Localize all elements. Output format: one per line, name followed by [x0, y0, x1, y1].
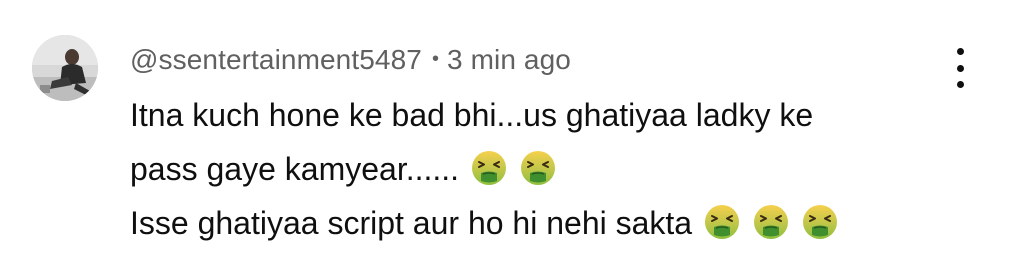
comment-item: @ssentertainment5487 • 3 min ago Itna ku… — [0, 0, 1024, 279]
more-actions-button[interactable] — [946, 48, 974, 88]
comment-line-2: pass gaye kamyear...... — [130, 142, 950, 196]
nauseated-face-emoji-icon — [519, 149, 557, 187]
comment-text: Itna kuch hone ke bad bhi...us ghatiyaa … — [130, 97, 814, 133]
avatar-image — [32, 35, 98, 101]
nauseated-face-emoji-icon — [801, 203, 839, 241]
comment-line-1: Itna kuch hone ke bad bhi...us ghatiyaa … — [130, 88, 950, 142]
nauseated-face-emoji-icon — [752, 203, 790, 241]
comment-text: Isse ghatiyaa script aur ho hi nehi sakt… — [130, 205, 701, 241]
comment-body: Itna kuch hone ke bad bhi...us ghatiyaa … — [130, 88, 950, 250]
more-vertical-icon — [956, 64, 964, 72]
comment-timestamp[interactable]: 3 min ago — [447, 44, 571, 76]
author-name[interactable]: @ssentertainment5487 — [130, 44, 422, 76]
more-vertical-icon — [956, 81, 964, 88]
comment-line-3: Isse ghatiyaa script aur ho hi nehi sakt… — [130, 196, 950, 250]
nauseated-face-emoji-icon — [703, 203, 741, 241]
comment-header: @ssentertainment5487 • 3 min ago — [130, 38, 571, 82]
nauseated-face-emoji-icon — [470, 149, 508, 187]
avatar[interactable] — [32, 35, 98, 101]
meta-separator: • — [431, 47, 440, 70]
more-vertical-icon — [956, 48, 964, 55]
comment-text: pass gaye kamyear...... — [130, 151, 460, 187]
